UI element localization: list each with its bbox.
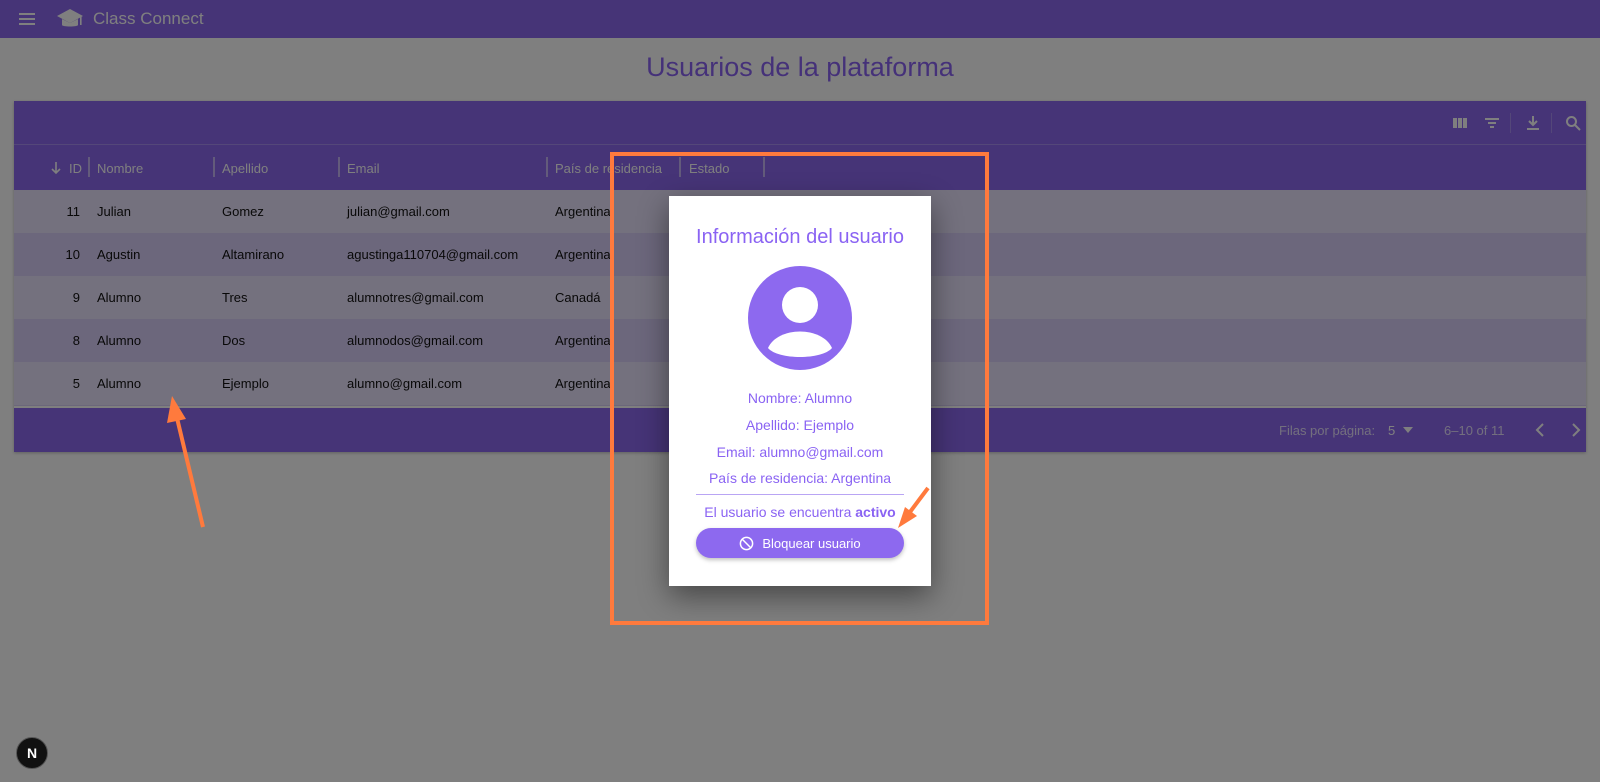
- block-icon: [740, 536, 754, 550]
- status-prefix: El usuario se encuentra: [704, 504, 852, 520]
- block-user-label: Bloquear usuario: [762, 535, 861, 551]
- user-info-dialog: Información del usuario Nombre: Alumno A…: [669, 196, 931, 586]
- user-apellido: Apellido: Ejemplo: [745, 417, 855, 433]
- user-pais: País de residencia: Argentina: [708, 470, 892, 486]
- user-email: Email: alumno@gmail.com: [716, 444, 884, 460]
- user-avatar-icon: [748, 266, 852, 370]
- user-status: El usuario se encuentra activo: [669, 504, 931, 520]
- dialog-title: Información del usuario: [696, 226, 904, 248]
- dialog-divider: [696, 494, 904, 495]
- block-user-button[interactable]: Bloquear usuario: [696, 528, 904, 558]
- dev-indicator-badge[interactable]: N: [16, 737, 48, 769]
- status-value: activo: [855, 504, 896, 520]
- user-nombre: Nombre: Alumno: [747, 390, 853, 406]
